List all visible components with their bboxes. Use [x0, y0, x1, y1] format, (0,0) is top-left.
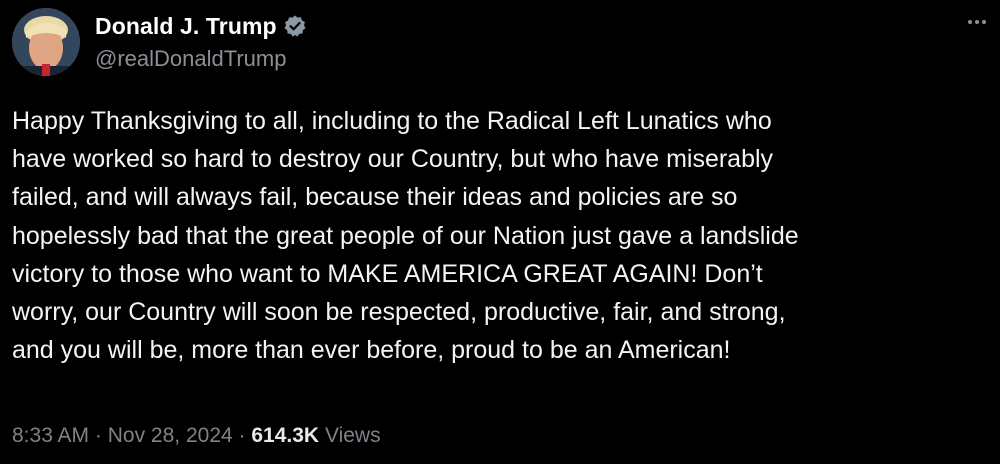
tweet-time[interactable]: 8:33 AM [12, 424, 89, 447]
tweet-line: failed, and will always fail, because th… [12, 183, 738, 212]
tweet-meta: 8:33 AM · Nov 28, 2024 · 614.3K Views [12, 424, 381, 448]
tweet-line: victory to those who want to MAKE AMERIC… [12, 259, 763, 288]
meta-separator: · [94, 424, 102, 447]
tweet-line: hopelessly bad that the great people of … [12, 221, 799, 250]
tweet-card: Donald J. Trump @realDonaldTrump Happy T… [0, 0, 1000, 464]
tweet-text: Happy Thanksgiving to all, including to … [12, 102, 987, 369]
tweet-line: worry, our Country will soon be respecte… [12, 298, 786, 327]
views-label: Views [324, 424, 381, 447]
tweet-line: have worked so hard to destroy our Count… [12, 145, 774, 174]
handle[interactable]: @realDonaldTrump [95, 46, 307, 72]
verified-badge-icon [283, 14, 307, 38]
author-block: Donald J. Trump @realDonaldTrump [95, 10, 307, 72]
tweet-line: and you will be, more than ever before, … [12, 336, 731, 365]
display-name[interactable]: Donald J. Trump [95, 13, 277, 40]
more-horizontal-icon[interactable] [968, 20, 986, 24]
avatar[interactable] [12, 8, 80, 76]
tweet-date[interactable]: Nov 28, 2024 [108, 424, 233, 447]
views-count[interactable]: 614.3K [251, 424, 319, 447]
name-row: Donald J. Trump [95, 10, 307, 42]
avatar-image [12, 8, 80, 76]
tweet-line: Happy Thanksgiving to all, including to … [12, 107, 772, 135]
meta-separator: · [238, 424, 246, 447]
